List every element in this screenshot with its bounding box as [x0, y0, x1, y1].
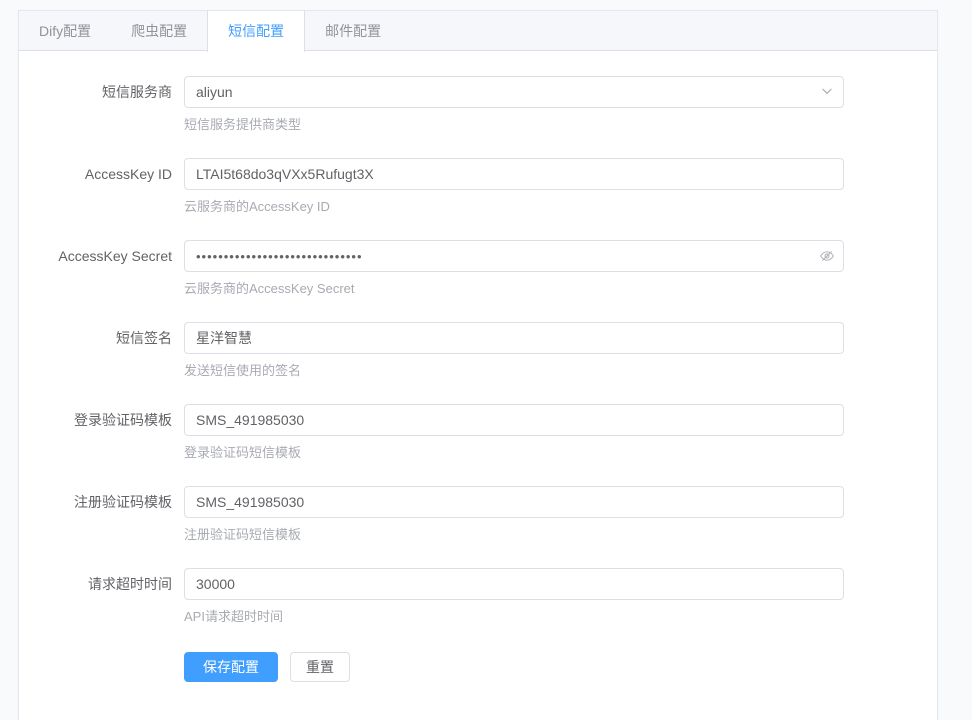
login-template-input-wrap — [184, 404, 844, 436]
reset-button[interactable]: 重置 — [290, 652, 350, 682]
access-key-secret-control: 云服务商的AccessKey Secret — [184, 240, 844, 298]
access-key-id-input[interactable] — [184, 158, 844, 190]
config-tabs: Dify配置爬虫配置短信配置邮件配置 — [19, 11, 937, 51]
sms-sign-hint: 发送短信使用的签名 — [184, 362, 844, 380]
access-key-secret-input[interactable] — [184, 240, 844, 272]
config-card: Dify配置爬虫配置短信配置邮件配置 短信服务商 aliyun 短信服务提供商类型 A… — [18, 10, 938, 720]
form-row-access-key-id: AccessKey ID云服务商的AccessKey ID — [34, 158, 922, 216]
form-row-register-template: 注册验证码模板注册验证码短信模板 — [34, 486, 922, 544]
login-template-input[interactable] — [184, 404, 844, 436]
sms-config-panel: 短信服务商aliyun短信服务提供商类型AccessKey ID云服务商的Acc… — [19, 51, 937, 697]
login-template-label: 登录验证码模板 — [34, 404, 184, 462]
chevron-down-icon — [820, 84, 834, 101]
form-row-request-timeout: 请求超时时间API请求超时时间 — [34, 568, 922, 626]
access-key-secret-label: AccessKey Secret — [34, 240, 184, 298]
request-timeout-hint: API请求超时时间 — [184, 608, 844, 626]
sms-config-form: 短信服务商aliyun短信服务提供商类型AccessKey ID云服务商的Acc… — [34, 76, 922, 626]
sms-provider-control: aliyun 短信服务提供商类型 — [184, 76, 844, 134]
sms-sign-control: 发送短信使用的签名 — [184, 322, 844, 380]
sms-provider-selected-value: aliyun — [196, 84, 233, 100]
request-timeout-label: 请求超时时间 — [34, 568, 184, 626]
sms-provider-hint: 短信服务提供商类型 — [184, 116, 844, 134]
sms-provider-select[interactable]: aliyun — [184, 76, 844, 108]
register-template-input-wrap — [184, 486, 844, 518]
register-template-input[interactable] — [184, 486, 844, 518]
form-actions: 保存配置 重置 — [184, 652, 922, 682]
login-template-hint: 登录验证码短信模板 — [184, 444, 844, 462]
access-key-id-input-wrap — [184, 158, 844, 190]
request-timeout-input-wrap — [184, 568, 844, 600]
sms-provider-label: 短信服务商 — [34, 76, 184, 134]
sms-sign-input[interactable] — [184, 322, 844, 354]
access-key-secret-input-wrap — [184, 240, 844, 272]
tab-sms[interactable]: 短信配置 — [207, 11, 305, 52]
access-key-secret-hint: 云服务商的AccessKey Secret — [184, 280, 844, 298]
sms-sign-input-wrap — [184, 322, 844, 354]
form-row-sms-provider: 短信服务商 aliyun 短信服务提供商类型 — [34, 76, 922, 134]
form-row-access-key-secret: AccessKey Secret云服务商的AccessKey Secret — [34, 240, 922, 298]
request-timeout-control: API请求超时时间 — [184, 568, 844, 626]
register-template-label: 注册验证码模板 — [34, 486, 184, 544]
tab-crawler[interactable]: 爬虫配置 — [111, 11, 207, 51]
eye-off-icon[interactable] — [819, 248, 835, 264]
access-key-id-control: 云服务商的AccessKey ID — [184, 158, 844, 216]
save-config-button[interactable]: 保存配置 — [184, 652, 278, 682]
tab-email[interactable]: 邮件配置 — [305, 11, 401, 51]
access-key-id-label: AccessKey ID — [34, 158, 184, 216]
tab-dify[interactable]: Dify配置 — [19, 11, 111, 51]
register-template-control: 注册验证码短信模板 — [184, 486, 844, 544]
access-key-id-hint: 云服务商的AccessKey ID — [184, 198, 844, 216]
form-row-sms-sign: 短信签名发送短信使用的签名 — [34, 322, 922, 380]
login-template-control: 登录验证码短信模板 — [184, 404, 844, 462]
register-template-hint: 注册验证码短信模板 — [184, 526, 844, 544]
sms-sign-label: 短信签名 — [34, 322, 184, 380]
request-timeout-input[interactable] — [184, 568, 844, 600]
form-row-login-template: 登录验证码模板登录验证码短信模板 — [34, 404, 922, 462]
